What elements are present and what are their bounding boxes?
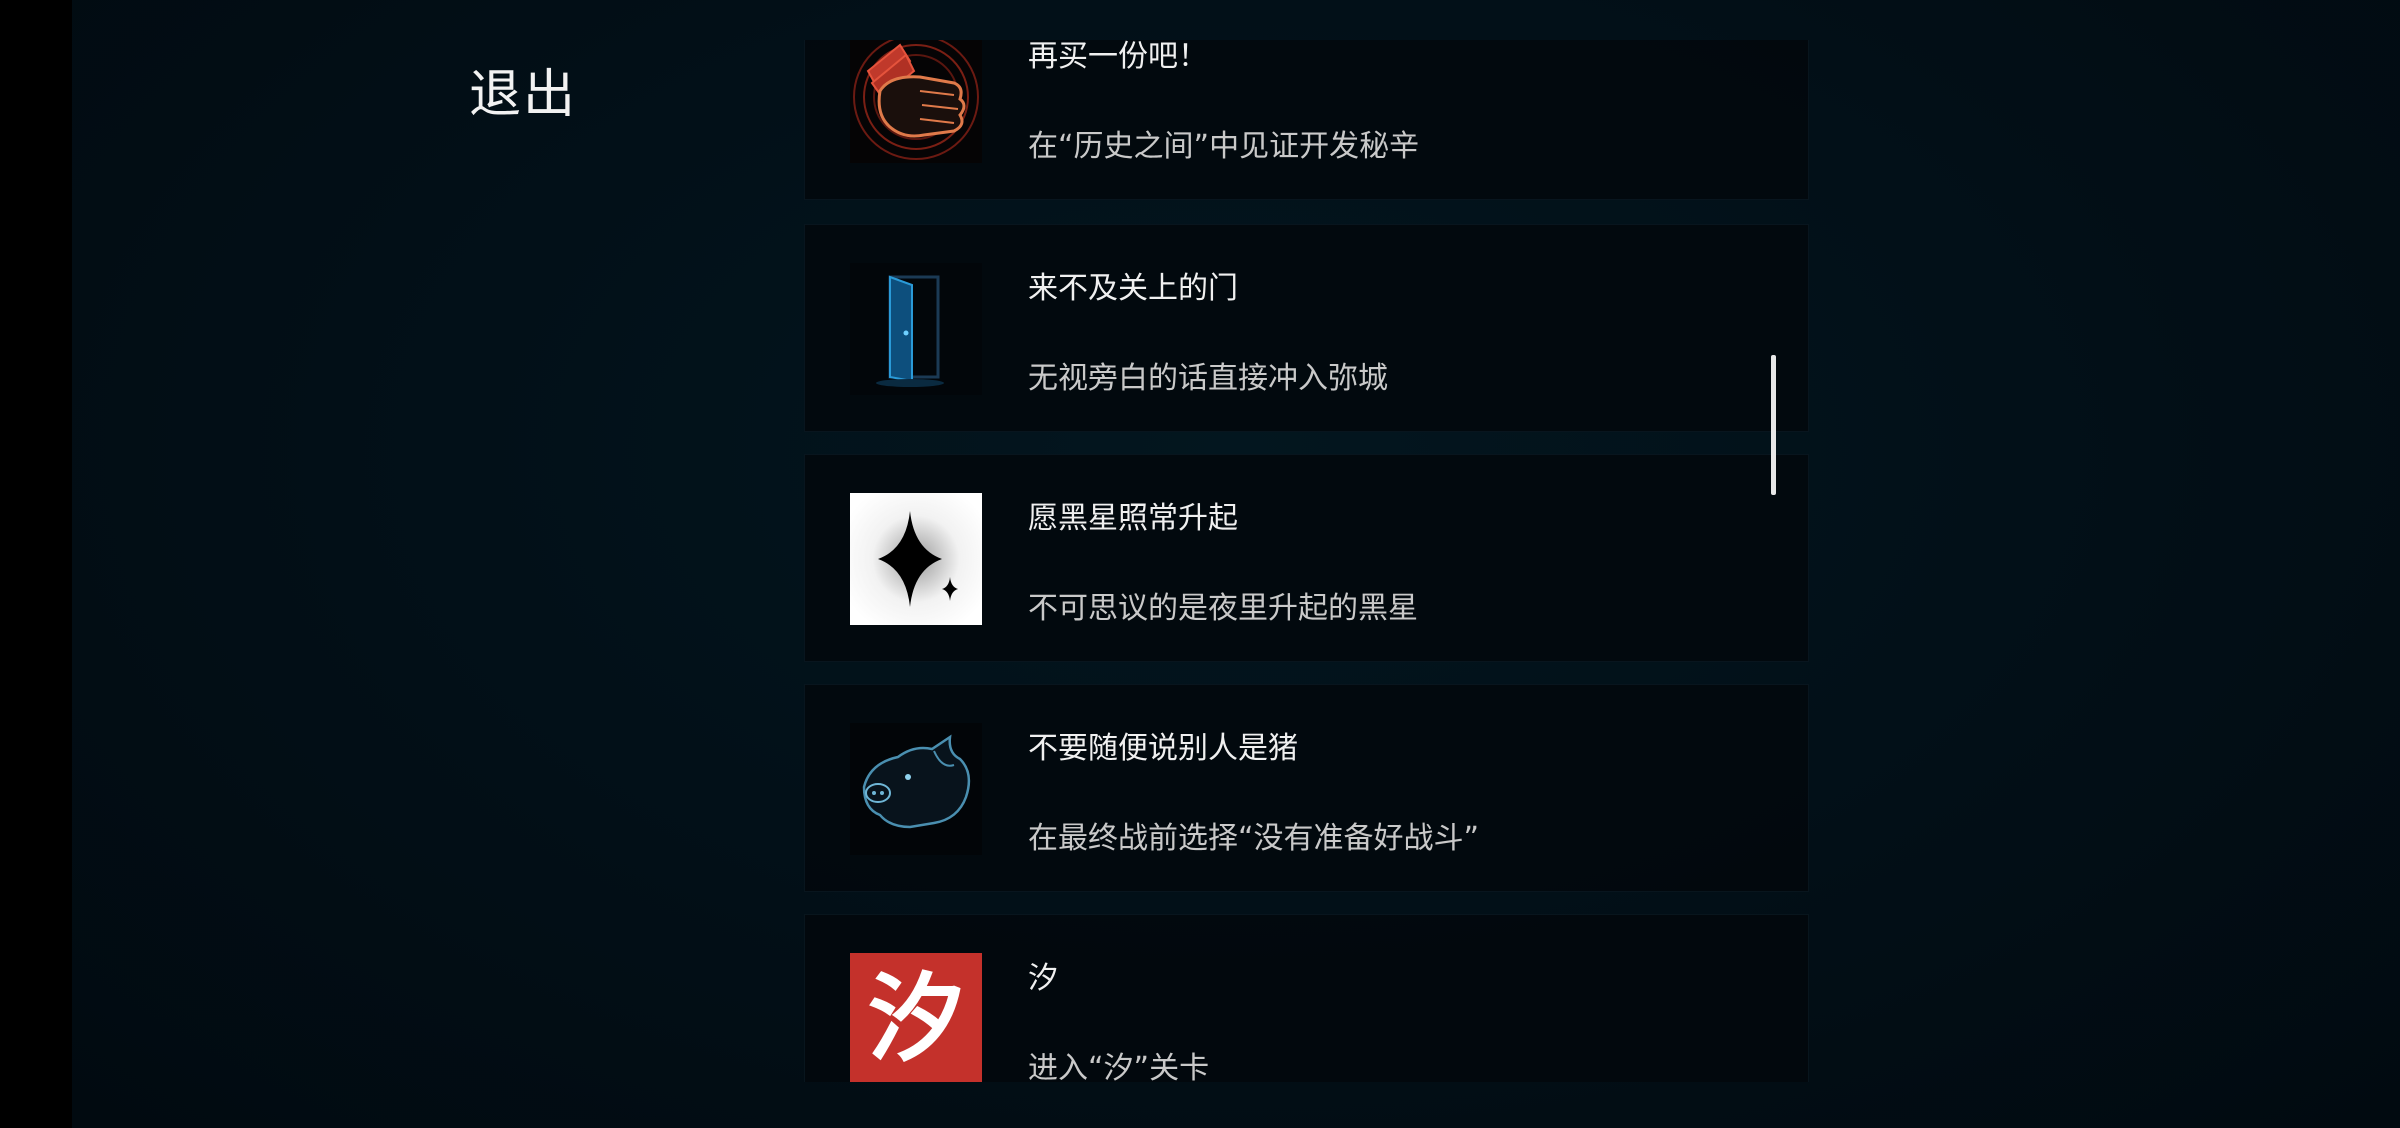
- achievement-list[interactable]: 再买一份吧！ 在“历史之间”中见证开发秘辛 来不及关上的门 无视旁白的话直接冲入…: [732, 40, 1812, 1082]
- achievement-description: 不可思议的是夜里升起的黑星: [1028, 591, 1418, 626]
- achievements-screen: 退出 再买一份吧！ 在“历史之间”中见证开发秘辛 来不及关上的门 无视旁白的话直…: [72, 0, 2400, 1128]
- exit-button[interactable]: 退出: [469, 52, 577, 127]
- pig-head-icon: [850, 723, 982, 855]
- achievement-card[interactable]: 再买一份吧！ 在“历史之间”中见证开发秘辛: [804, 40, 1809, 200]
- achievement-card[interactable]: 不要随便说别人是猪 在最终战前选择“没有准备好战斗”: [804, 684, 1809, 892]
- achievement-description: 在最终战前选择“没有准备好战斗”: [1028, 821, 1480, 856]
- achievement-title: 汐: [1028, 961, 1058, 996]
- scrollbar-thumb[interactable]: [1771, 355, 1776, 495]
- achievement-title: 愿黑星照常升起: [1028, 501, 1238, 536]
- achievement-card[interactable]: 汐 汐 进入“汐”关卡: [804, 914, 1809, 1082]
- achievement-description: 无视旁白的话直接冲入弥城: [1028, 361, 1388, 396]
- achievement-description: 在“历史之间”中见证开发秘辛: [1028, 129, 1420, 164]
- open-door-icon: [850, 263, 982, 395]
- achievement-title: 来不及关上的门: [1028, 271, 1238, 306]
- achievement-title: 不要随便说别人是猪: [1028, 731, 1298, 766]
- achievement-title: 再买一份吧！: [1028, 40, 1208, 74]
- xi-character-glyph: 汐: [868, 962, 964, 1075]
- black-star-icon: [850, 493, 982, 625]
- xi-character-icon: 汐: [850, 953, 982, 1082]
- achievement-description: 进入“汐”关卡: [1028, 1051, 1210, 1082]
- achievement-card[interactable]: 来不及关上的门 无视旁白的话直接冲入弥城: [804, 224, 1809, 432]
- achievement-card[interactable]: 愿黑星照常升起 不可思议的是夜里升起的黑星: [804, 454, 1809, 662]
- fist-money-icon: [850, 40, 982, 163]
